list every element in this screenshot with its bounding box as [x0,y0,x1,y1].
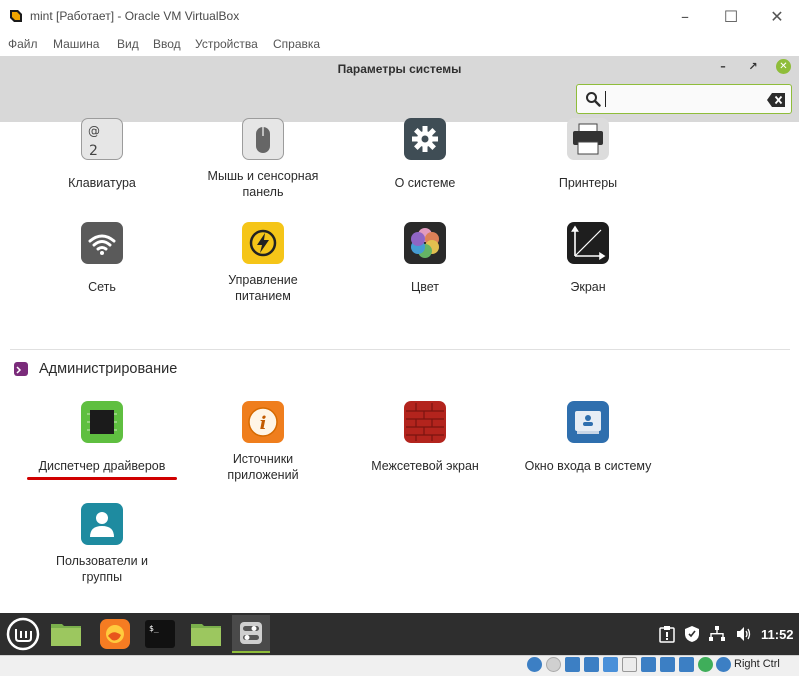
color-label: Цвет [410,280,439,294]
mint-menu-icon[interactable] [4,615,42,653]
virtualbox-logo-icon [8,8,24,24]
section-divider [10,349,790,350]
software-sources-label: Источники приложений [227,452,299,482]
network-status-icon[interactable] [584,657,599,672]
minimize-button[interactable]: – [670,6,700,28]
software-sources-item[interactable]: i Источники приложений [183,401,343,483]
volume-icon[interactable] [735,625,753,643]
recording-status-icon[interactable] [660,657,675,672]
gear-icon [404,118,446,160]
settings-title: Параметры системы [337,62,462,76]
firefox-icon[interactable] [96,615,134,653]
terminal-icon [14,362,28,376]
mouse-integration-icon[interactable] [698,657,713,672]
printers-label: Принтеры [558,176,618,190]
svg-text:$_: $_ [149,624,159,633]
info-icon: i [242,401,284,443]
settings-restore-button[interactable]: ↗ [745,59,761,75]
highlight-underline [27,477,177,480]
mouse-item[interactable]: Мышь и сенсорная панель [183,118,343,200]
folder-icon[interactable] [187,615,225,653]
virtualization-status-icon[interactable] [679,657,694,672]
display-status-icon[interactable] [641,657,656,672]
optical-drive-icon[interactable] [546,657,561,672]
menu-view[interactable]: Вид [117,37,139,51]
network-tray-icon[interactable] [708,625,726,643]
keyboard-capture-icon[interactable] [716,657,731,672]
search-icon [585,91,601,107]
keyboard-icon: @2 [81,118,123,160]
svg-text:i: i [260,413,267,434]
driver-manager-item[interactable]: Диспетчер драйверов [22,401,182,474]
network-item[interactable]: Сеть [22,222,182,295]
login-window-icon [567,401,609,443]
color-icon [404,222,446,264]
search-input[interactable] [576,84,792,114]
firewall-label: Межсетевой экран [371,459,479,473]
keyboard-item[interactable]: @2 Клавиатура [22,118,182,191]
shield-icon[interactable] [683,625,701,643]
printer-icon [567,118,609,160]
clock[interactable]: 11:52 [761,627,794,642]
settings-minimize-button[interactable]: – [715,59,731,75]
system-info-label: О системе [394,176,456,190]
maximize-button[interactable]: ☐ [716,6,746,28]
users-icon [81,503,123,545]
menu-devices[interactable]: Устройства [195,37,258,51]
chip-icon [81,401,123,443]
close-button[interactable]: ✕ [762,6,792,28]
host-key-label: Right Ctrl [734,658,780,670]
firewall-item[interactable]: Межсетевой экран [345,401,505,474]
system-info-item[interactable]: О системе [345,118,505,191]
settings-close-button[interactable]: ✕ [776,59,791,74]
files-icon[interactable] [47,615,85,653]
text-cursor [605,91,606,107]
printers-item[interactable]: Принтеры [508,118,668,191]
window-title: mint [Работает] - Oracle VM VirtualBox [30,9,240,23]
terminal-app-icon[interactable]: $_ [141,615,179,653]
display-icon [567,222,609,264]
audio-status-icon[interactable] [565,657,580,672]
menu-file[interactable]: Файл [8,37,38,51]
power-label: Управление питанием [228,273,298,303]
network-label: Сеть [88,280,116,294]
menu-input[interactable]: Ввод [153,37,181,51]
login-window-item[interactable]: Окно входа в систему [508,401,668,474]
login-window-label: Окно входа в систему [524,459,652,473]
svg-text:@: @ [88,124,100,138]
firewall-icon [404,401,446,443]
driver-manager-label: Диспетчер драйверов [38,459,166,473]
hdd-status-icon[interactable] [527,657,542,672]
settings-app-icon[interactable] [232,615,270,653]
power-icon [242,222,284,264]
menu-machine[interactable]: Машина [53,37,99,51]
mouse-icon [242,118,284,160]
menu-help[interactable]: Справка [273,37,320,51]
power-item[interactable]: Управление питанием [183,222,343,304]
mouse-label: Мышь и сенсорная панель [207,169,319,199]
section-title: Администрирование [39,361,178,377]
keyboard-label: Клавиатура [68,176,136,190]
users-groups-label: Пользователи и группы [55,554,149,584]
wifi-icon [81,222,123,264]
display-item[interactable]: Экран [508,222,668,295]
svg-text:2: 2 [89,143,98,159]
clear-search-icon[interactable] [767,92,785,107]
users-groups-item[interactable]: Пользователи и группы [22,503,182,585]
display-label: Экран [570,280,606,294]
usb-status-icon[interactable] [603,657,618,672]
shared-folders-icon[interactable] [622,657,637,672]
update-manager-icon[interactable] [659,625,675,643]
color-item[interactable]: Цвет [345,222,505,295]
